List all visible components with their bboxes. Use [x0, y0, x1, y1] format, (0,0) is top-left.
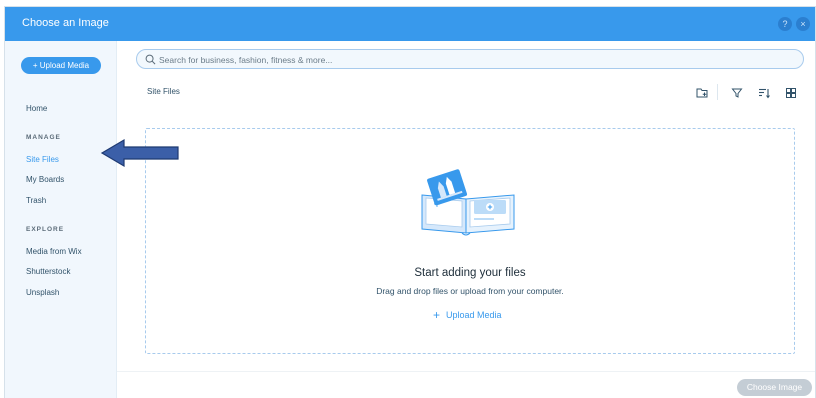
- upload-dropzone[interactable]: Start adding your files Drag and drop fi…: [145, 128, 795, 354]
- sidebar-heading-manage: MANAGE: [26, 134, 61, 141]
- dropzone-subtitle: Drag and drop files or upload from your …: [376, 286, 564, 296]
- sidebar-item-media-from-wix[interactable]: Media from Wix: [26, 247, 82, 256]
- add-folder-icon[interactable]: [695, 86, 709, 100]
- main-panel: Site Files: [117, 41, 815, 371]
- choose-image-button[interactable]: Choose Image: [737, 379, 812, 396]
- filter-icon[interactable]: [730, 86, 744, 100]
- sidebar-item-home[interactable]: Home: [26, 104, 47, 113]
- empty-folder-illustration-icon: [421, 169, 515, 236]
- toolbar-divider: [717, 84, 718, 100]
- help-button[interactable]: ?: [778, 17, 792, 31]
- dialog-header: Choose an Image ? ×: [5, 7, 815, 41]
- choose-image-dialog: Choose an Image ? × + Upload Media Home …: [4, 6, 816, 398]
- sidebar-item-shutterstock[interactable]: Shutterstock: [26, 267, 70, 276]
- sidebar-item-my-boards[interactable]: My Boards: [26, 175, 64, 184]
- dropzone-title: Start adding your files: [414, 267, 526, 279]
- upload-media-link-label: Upload Media: [446, 310, 502, 320]
- sort-icon[interactable]: [757, 86, 771, 100]
- sidebar-heading-explore: EXPLORE: [26, 226, 65, 233]
- dialog-footer: Choose Image: [117, 371, 815, 398]
- upload-media-link[interactable]: + Upload Media: [433, 308, 502, 322]
- search-input[interactable]: [159, 52, 789, 67]
- sidebar-item-unsplash[interactable]: Unsplash: [26, 288, 59, 297]
- breadcrumb: Site Files: [147, 87, 180, 96]
- sidebar: + Upload Media Home MANAGE Site Files My…: [5, 41, 117, 398]
- dialog-title: Choose an Image: [22, 17, 109, 29]
- search-bar: [136, 49, 804, 69]
- sidebar-item-site-files[interactable]: Site Files: [26, 155, 59, 164]
- search-icon: [145, 54, 156, 65]
- sidebar-item-trash[interactable]: Trash: [26, 196, 46, 205]
- close-button[interactable]: ×: [796, 17, 810, 31]
- grid-view-icon[interactable]: [784, 86, 798, 100]
- plus-icon: +: [433, 308, 441, 322]
- upload-media-button[interactable]: + Upload Media: [21, 57, 101, 74]
- annotation-arrow-icon: [100, 138, 179, 168]
